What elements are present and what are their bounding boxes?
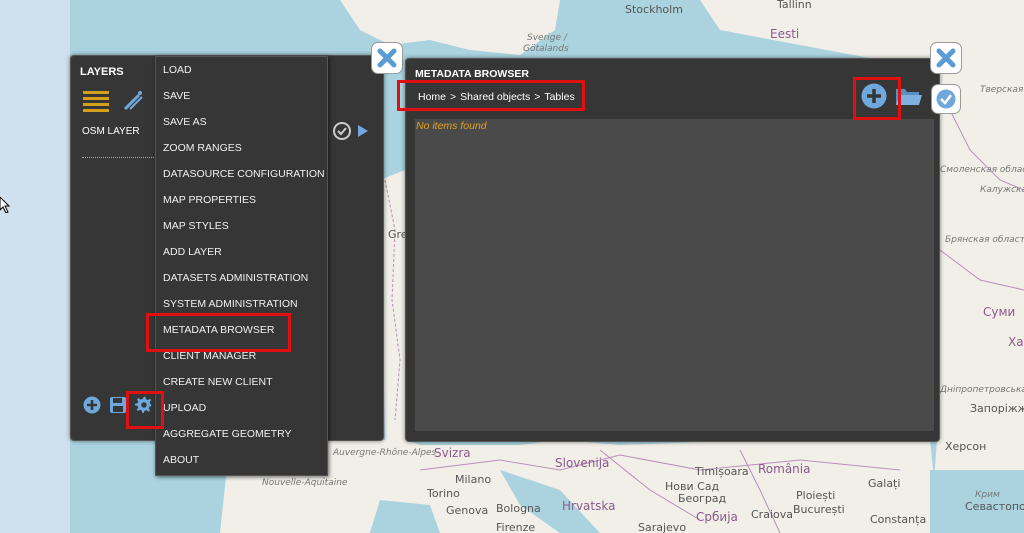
map-label-tallinn: Tallinn	[777, 0, 812, 11]
map-label-sevastopol: Севастополь	[965, 500, 1024, 513]
breadcrumb-separator: >	[534, 91, 541, 103]
metadata-actions	[861, 83, 923, 114]
map-label-srbija: Србија	[696, 510, 738, 524]
map-label-timisoara: Timișoara	[695, 465, 749, 478]
settings-gear-icon[interactable]	[135, 396, 153, 414]
breadcrumb-home[interactable]: Home	[418, 91, 446, 103]
map-label-constanta: Constanța	[870, 513, 927, 526]
layers-close-button[interactable]	[371, 42, 403, 74]
map-label-sarajevo: Sarajevo	[638, 521, 687, 533]
map-label-krym: Крим	[975, 490, 1000, 500]
map-label-tver: Тверская область	[980, 85, 1024, 95]
map-label-gotalands: Götalands	[523, 44, 569, 54]
layer-divider	[82, 157, 158, 158]
layer-name-label[interactable]: OSM LAYER	[82, 126, 140, 137]
menu-item-save-as[interactable]: SAVE AS	[156, 109, 327, 135]
map-label-genova: Genova	[446, 504, 489, 517]
map-label-galati: Galați	[868, 477, 901, 490]
map-label-dnipro: Дніпропетровська область	[940, 385, 1024, 395]
add-item-icon[interactable]	[861, 83, 887, 114]
breadcrumb-separator: >	[450, 91, 457, 103]
map-label-svizra: Svizra	[434, 446, 471, 460]
menu-item-datasource-configuration[interactable]: DATASOURCE CONFIGURATION	[156, 161, 327, 187]
menu-item-datasets-administration[interactable]: DATASETS ADMINISTRATION	[156, 265, 327, 291]
map-label-khar: Хар	[1008, 335, 1024, 349]
metadata-close-button[interactable]	[930, 42, 962, 74]
map-label-beograd: Београд	[678, 492, 727, 505]
map-label-eesti: Eesti	[770, 27, 800, 41]
map-label-bryansk: Брянская область	[945, 235, 1024, 245]
breadcrumb-shared-objects[interactable]: Shared objects	[460, 91, 530, 103]
breadcrumb: Home > Shared objects > Tables	[418, 91, 575, 103]
mouse-cursor-icon	[0, 196, 11, 218]
menu-item-save[interactable]: SAVE	[156, 83, 327, 109]
metadata-items-list[interactable]: No items found	[415, 119, 934, 431]
map-label-nouvelle: Nouvelle-Aquitaine	[262, 478, 348, 488]
map-label-firenze: Firenze	[496, 521, 536, 533]
map-label-bologna: Bologna	[496, 502, 541, 515]
layers-bottom-toolbar	[83, 396, 153, 414]
map-label-kherson: Херсон	[945, 440, 987, 453]
layer-expand-arrow-icon[interactable]	[357, 124, 369, 143]
map-label-bucuresti: București	[793, 503, 845, 516]
map-label-milano: Milano	[455, 473, 492, 486]
map-label-craiova: Craiova	[751, 508, 793, 521]
map-label-hrvatska: Hrvatska	[562, 499, 616, 513]
metadata-browser-title: METADATA BROWSER	[415, 68, 529, 80]
layers-panel-title: LAYERS	[80, 66, 124, 78]
menu-item-load[interactable]: LOAD	[156, 57, 327, 83]
map-label-sumy: Суми	[983, 305, 1016, 319]
menu-item-zoom-ranges[interactable]: ZOOM RANGES	[156, 135, 327, 161]
layer-stack-icon[interactable]	[83, 90, 109, 117]
settings-menu: LOAD SAVE SAVE AS ZOOM RANGES DATASOURCE…	[155, 56, 328, 476]
map-label-romania: România	[758, 462, 811, 476]
map-label-smolensk: Смоленская область	[940, 165, 1024, 175]
open-folder-icon[interactable]	[895, 85, 923, 112]
map-label-zaporizhzhia: Запоріжж	[970, 402, 1024, 415]
empty-list-message: No items found	[416, 120, 487, 132]
map-label-auvergne: Auvergne-Rhône-Alpes	[333, 448, 437, 458]
save-disk-icon[interactable]	[109, 396, 127, 414]
menu-item-metadata-browser[interactable]: METADATA BROWSER	[156, 317, 327, 343]
map-label-slovenija: Slovenija	[555, 456, 610, 470]
menu-item-map-styles[interactable]: MAP STYLES	[156, 213, 327, 239]
menu-item-system-administration[interactable]: SYSTEM ADMINISTRATION	[156, 291, 327, 317]
layer-visible-check-icon[interactable]	[333, 122, 351, 145]
map-label-torino: Torino	[427, 487, 460, 500]
map-label-kaluga: Калужская область	[980, 185, 1024, 195]
breadcrumb-tables[interactable]: Tables	[544, 91, 574, 103]
map-label-sverige: Sverige /	[527, 33, 567, 43]
layer-controls	[333, 122, 369, 145]
menu-item-map-properties[interactable]: MAP PROPERTIES	[156, 187, 327, 213]
menu-item-client-manager[interactable]: CLIENT MANAGER	[156, 343, 327, 369]
layer-icon-row	[83, 89, 145, 118]
map-label-ploiesti: Ploiești	[796, 489, 836, 502]
menu-item-add-layer[interactable]: ADD LAYER	[156, 239, 327, 265]
menu-item-about[interactable]: ABOUT	[156, 447, 327, 473]
edit-tools-icon[interactable]	[121, 89, 145, 118]
metadata-confirm-button[interactable]	[931, 84, 961, 114]
map-label-stockholm: Stockholm	[625, 3, 683, 16]
menu-item-upload[interactable]: UPLOAD	[156, 395, 327, 421]
metadata-browser-panel: METADATA BROWSER Home > Shared objects >…	[405, 58, 940, 442]
menu-item-aggregate-geometry[interactable]: AGGREGATE GEOMETRY	[156, 421, 327, 447]
menu-item-create-new-client[interactable]: CREATE NEW CLIENT	[156, 369, 327, 395]
add-layer-icon[interactable]	[83, 396, 101, 414]
